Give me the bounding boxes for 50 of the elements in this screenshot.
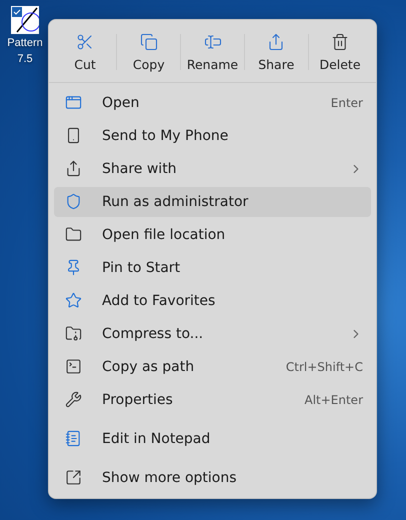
shortcut-label: Alt+Enter xyxy=(304,392,363,406)
menu-item[interactable]: Share with xyxy=(54,154,371,184)
menu-item[interactable]: Add to Favorites xyxy=(54,286,371,316)
menu-item[interactable]: Copy as path Ctrl+Shift+C xyxy=(54,352,371,382)
menu-item[interactable]: Run as administrator xyxy=(54,186,371,216)
menu-item[interactable]: Compress to... xyxy=(54,318,371,348)
menu-item-label: Run as administrator xyxy=(102,194,250,210)
menu-item[interactable]: Send to My Phone xyxy=(54,120,371,150)
share-icon xyxy=(267,32,286,50)
shield-icon xyxy=(64,193,82,210)
toolbar-button[interactable]: Rename xyxy=(182,26,242,78)
external-window-icon xyxy=(64,469,82,486)
star-icon xyxy=(64,292,82,309)
menu-item[interactable]: Show more options xyxy=(54,462,371,492)
wrench-icon xyxy=(64,391,82,408)
desktop-icon-label: 7.5 xyxy=(17,53,33,66)
scissors-icon xyxy=(76,32,94,50)
toolbar-button[interactable]: Cut xyxy=(55,26,115,78)
menu-item-label: Open xyxy=(102,94,140,110)
share-icon xyxy=(64,160,82,177)
shortcut-label: Ctrl+Shift+C xyxy=(286,360,363,374)
menu-item[interactable]: Edit in Notepad xyxy=(54,424,371,454)
menu-item-label: Show more options xyxy=(102,470,238,486)
desktop-icon-label: Pattern xyxy=(7,37,43,50)
toolbar-button[interactable]: Copy xyxy=(118,26,179,78)
shortcut-icon[interactable] xyxy=(11,6,39,34)
zip-folder-icon xyxy=(64,325,82,342)
menu-item[interactable]: Open Enter xyxy=(54,88,371,118)
menu-item-label: Edit in Notepad xyxy=(102,430,212,446)
menu-item[interactable]: Pin to Start xyxy=(54,252,371,282)
toolbar-button[interactable]: Share xyxy=(246,26,306,78)
notepad-icon xyxy=(64,430,82,447)
menu-item-label: Open file location xyxy=(102,226,226,242)
menu-item-label: Properties xyxy=(102,392,174,408)
shortcut-label: Enter xyxy=(330,96,363,110)
menu-item-label: Copy as path xyxy=(102,358,196,374)
menu-item-label: Compress to... xyxy=(102,326,204,342)
menu-item[interactable]: Open file location xyxy=(54,220,371,250)
folder-icon xyxy=(64,226,82,243)
copy-icon xyxy=(140,32,158,50)
window-icon xyxy=(64,94,82,111)
rename-icon xyxy=(204,32,222,50)
menu-item-label: Send to My Phone xyxy=(102,128,230,144)
menu-item[interactable]: Properties Alt+Enter xyxy=(54,384,371,414)
menu-item-label: Pin to Start xyxy=(102,260,182,276)
toolbar-button[interactable]: Delete xyxy=(310,26,370,78)
path-icon xyxy=(64,358,82,375)
menu-item-label: Share with xyxy=(102,160,178,176)
trash-icon xyxy=(331,32,349,50)
menu-item-label: Add to Favorites xyxy=(102,292,216,308)
